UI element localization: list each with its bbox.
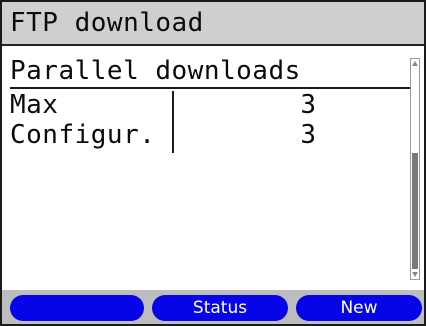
softkey-status[interactable]: Status: [152, 295, 288, 321]
scroll-track[interactable]: [412, 69, 418, 269]
scroll-down-arrow-icon[interactable]: [412, 272, 418, 277]
row-value-max: 3: [300, 90, 316, 120]
row-configured: Configur. 3: [10, 120, 412, 150]
device-screen: FTP download Parallel downloads Max 3 Co…: [0, 0, 426, 326]
row-label-max: Max: [10, 90, 59, 120]
scroll-thumb[interactable]: [412, 153, 418, 269]
row-max: Max 3: [10, 90, 412, 120]
content-area: Parallel downloads Max 3 Configur. 3: [2, 46, 424, 290]
section-header: Parallel downloads: [10, 56, 301, 86]
title-bar: FTP download: [2, 2, 424, 46]
page-title: FTP download: [10, 8, 204, 38]
row-value-configured[interactable]: 3: [300, 120, 316, 150]
softkey-new[interactable]: New: [296, 295, 422, 321]
column-divider: [172, 91, 174, 153]
vertical-scrollbar[interactable]: [410, 58, 420, 280]
scroll-up-arrow-icon[interactable]: [412, 61, 418, 66]
section-divider: [10, 87, 412, 89]
softkey-left[interactable]: [10, 295, 144, 321]
row-label-configured: Configur.: [10, 120, 156, 150]
softkey-bar: Status New: [2, 290, 424, 324]
